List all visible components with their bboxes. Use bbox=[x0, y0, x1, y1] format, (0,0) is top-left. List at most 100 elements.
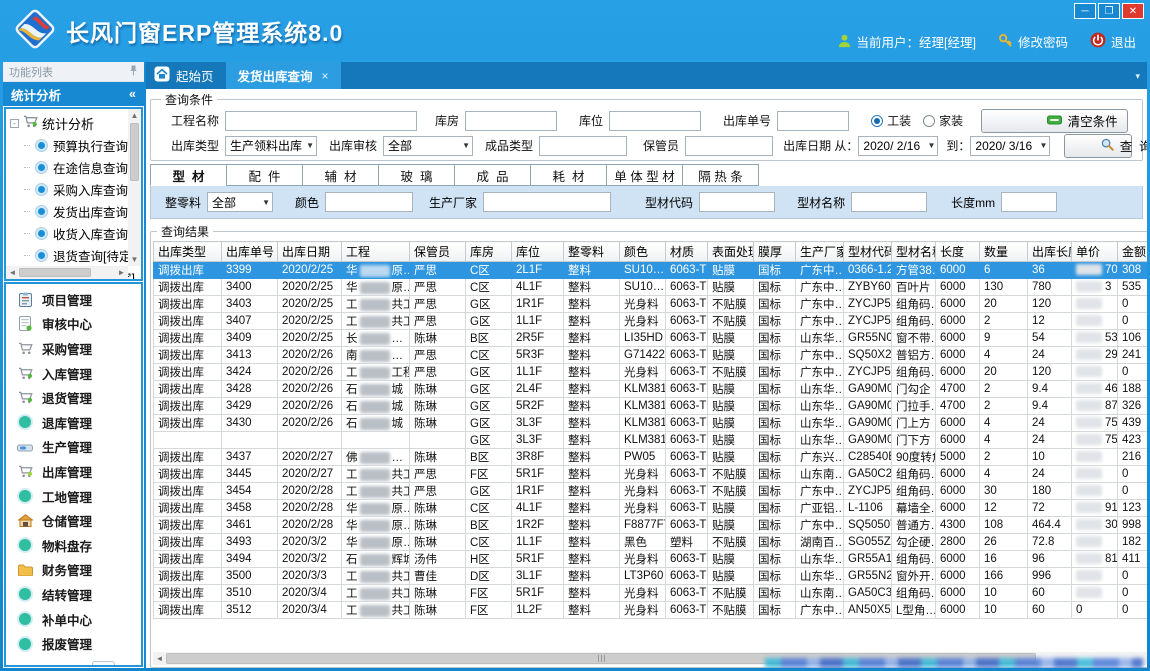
table-row[interactable]: 调拨出库34582020/2/28华原…陈琳C区4L1F整料光身料6063-T5… bbox=[154, 500, 1148, 517]
tree-item-6[interactable]: 退货查询[待定] bbox=[10, 244, 127, 266]
table-row[interactable]: 调拨出库34942020/3/2石辉城汤伟H区5R1F整料光身料6063-T5贴… bbox=[154, 551, 1148, 568]
close-button[interactable]: ✕ bbox=[1122, 3, 1144, 19]
scroll-thumb[interactable] bbox=[130, 123, 139, 181]
column-header[interactable]: 保管员 bbox=[410, 242, 466, 262]
length-mm-input[interactable] bbox=[1001, 192, 1057, 212]
date-to-picker[interactable]: 2020/ 3/16▼ bbox=[970, 136, 1050, 156]
tree-vertical-scrollbar[interactable]: ▲ ▼ bbox=[128, 109, 141, 266]
table-row[interactable]: 调拨出库34242020/2/26工工程严思G区1L1F整料光身料6063-T5… bbox=[154, 364, 1148, 381]
table-row[interactable]: 调拨出库34542020/2/28工共工程严思G区1R1F整料光身料6063-T… bbox=[154, 483, 1148, 500]
more-menu-toggle[interactable]: » ▾ bbox=[131, 666, 137, 667]
sidebar-item-15[interactable]: 报废管理 bbox=[6, 631, 141, 656]
column-header[interactable]: 出库单号 bbox=[222, 242, 278, 262]
logout[interactable]: 退出 bbox=[1090, 32, 1136, 51]
sidebar-item-14[interactable]: 补单中心 bbox=[6, 607, 141, 632]
table-row[interactable]: 调拨出库34282020/2/26石城陈琳G区2L4F整料KLM38176063… bbox=[154, 381, 1148, 398]
column-header[interactable]: 库房 bbox=[466, 242, 512, 262]
table-row[interactable]: 调拨出库33992020/2/25华原…严思C区2L1F整料SU10…6063-… bbox=[154, 262, 1148, 279]
column-header[interactable]: 数量 bbox=[980, 242, 1028, 262]
tree-horizontal-scrollbar[interactable]: ◄ ► bbox=[6, 266, 128, 279]
table-row[interactable]: G区3L3F整料KLM38176063-T5贴膜国标山东华…GA90M09…门下… bbox=[154, 432, 1148, 449]
sidebar-item-2[interactable]: 审核中心 bbox=[6, 312, 141, 337]
whole-part-select[interactable]: 全部▼ bbox=[207, 192, 273, 212]
material-tab-2[interactable]: 配 件 bbox=[226, 164, 303, 186]
material-tab-3[interactable]: 辅 材 bbox=[302, 164, 379, 186]
material-tab-1[interactable]: 型 材 bbox=[150, 164, 227, 186]
column-header[interactable]: 金额 bbox=[1118, 242, 1148, 262]
column-header[interactable]: 出库长度 bbox=[1028, 242, 1072, 262]
profile-name-input[interactable] bbox=[851, 192, 927, 212]
tree-root-statistics[interactable]: - 统计分析 bbox=[10, 112, 127, 134]
tab-list-caret-icon[interactable]: ▾ bbox=[1135, 71, 1140, 82]
table-row[interactable]: 调拨出库35122020/3/4工共工程陈琳F区1L2F整料光身料6063-T5… bbox=[154, 602, 1148, 619]
table-row[interactable]: 调拨出库35002020/3/3工共工程曹佳D区3L1F整料LT3P606063… bbox=[154, 568, 1148, 585]
scroll-down-arrow[interactable]: ▼ bbox=[128, 253, 141, 266]
cart-shortcut-button[interactable] bbox=[92, 661, 116, 667]
scroll-left-arrow[interactable]: ◄ bbox=[153, 652, 166, 665]
column-header[interactable]: 型材名称 bbox=[892, 242, 936, 262]
radio-jiazhuang[interactable] bbox=[923, 115, 935, 127]
column-header[interactable]: 整零料 bbox=[564, 242, 620, 262]
material-tab-4[interactable]: 玻 璃 bbox=[378, 164, 455, 186]
section-header-statistics[interactable]: 统计分析 « bbox=[3, 82, 144, 106]
scroll-thumb[interactable] bbox=[19, 268, 91, 277]
project-name-input[interactable] bbox=[225, 111, 417, 131]
tree-expander-icon[interactable]: - bbox=[10, 119, 19, 128]
sidebar-item-8[interactable]: 出库管理 bbox=[6, 459, 141, 484]
table-row[interactable]: 调拨出库34932020/3/2华原…陈琳C区1L1F整料黑色塑料不贴膜国标湖南… bbox=[154, 534, 1148, 551]
tree-item-3[interactable]: 采购入库查询 bbox=[10, 178, 127, 200]
location-input[interactable] bbox=[609, 111, 701, 131]
scroll-left-arrow[interactable]: ◄ bbox=[6, 266, 19, 279]
minimize-button[interactable]: ─ bbox=[1074, 3, 1096, 19]
column-header[interactable]: 单价 bbox=[1072, 242, 1118, 262]
outbound-type-select[interactable]: 生产领料出库▼ bbox=[225, 136, 317, 156]
table-row[interactable]: 调拨出库34032020/2/25工共工程严思G区1R1F整料光身料6063-T… bbox=[154, 296, 1148, 313]
radio-jiazhuang-label[interactable]: 家装 bbox=[939, 112, 963, 129]
column-header[interactable]: 工程 bbox=[342, 242, 410, 262]
tree-item-2[interactable]: 在途信息查询[待 bbox=[10, 156, 127, 178]
scroll-up-arrow[interactable]: ▲ bbox=[128, 109, 141, 122]
keeper-input[interactable] bbox=[685, 136, 773, 156]
color-input[interactable] bbox=[325, 192, 413, 212]
pin-icon[interactable] bbox=[129, 65, 138, 79]
collapse-icon[interactable]: « bbox=[129, 87, 136, 101]
material-tab-5[interactable]: 成 品 bbox=[454, 164, 531, 186]
sidebar-item-4[interactable]: 入库管理 bbox=[6, 361, 141, 386]
sidebar-item-3[interactable]: 采购管理 bbox=[6, 336, 141, 361]
column-header[interactable]: 材质 bbox=[666, 242, 708, 262]
table-row[interactable]: 调拨出库34092020/2/25长…陈琳B区2R5F整料LI35HD6063-… bbox=[154, 330, 1148, 347]
column-header[interactable]: 出库日期 bbox=[278, 242, 342, 262]
tab-home[interactable]: 起始页 bbox=[146, 62, 226, 89]
tab-shipping-outbound-query[interactable]: 发货出库查询 × bbox=[226, 62, 341, 89]
material-tab-6[interactable]: 耗 材 bbox=[530, 164, 607, 186]
sidebar-item-7[interactable]: 生产管理 bbox=[6, 435, 141, 460]
table-row[interactable]: 调拨出库34072020/2/25工共工程严思G区1L1F整料光身料6063-T… bbox=[154, 313, 1148, 330]
sidebar-item-11[interactable]: 物料盘存 bbox=[6, 533, 141, 558]
sidebar-item-10[interactable]: 仓储管理 bbox=[6, 508, 141, 533]
change-password[interactable]: 修改密码 bbox=[998, 32, 1068, 51]
column-header[interactable]: 出库类型 bbox=[154, 242, 222, 262]
column-header[interactable]: 颜色 bbox=[620, 242, 666, 262]
table-row[interactable]: 调拨出库34452020/2/27工共工程严思F区5R1F整料光身料6063-T… bbox=[154, 466, 1148, 483]
column-header[interactable]: 表面处理 bbox=[708, 242, 754, 262]
scroll-right-arrow[interactable]: ► bbox=[115, 266, 128, 279]
manufacturer-input[interactable] bbox=[483, 192, 611, 212]
sidebar-item-13[interactable]: 结转管理 bbox=[6, 582, 141, 607]
column-header[interactable]: 库位 bbox=[512, 242, 564, 262]
tree-item-1[interactable]: 预算执行查询 bbox=[10, 134, 127, 156]
tab-close-icon[interactable]: × bbox=[322, 69, 329, 83]
material-tab-8[interactable]: 隔 热 条 bbox=[682, 164, 759, 186]
column-header[interactable]: 型材代码 bbox=[844, 242, 892, 262]
table-row[interactable]: 调拨出库34002020/2/25华原…严思C区4L1F整料SU10…6063-… bbox=[154, 279, 1148, 296]
table-row[interactable]: 调拨出库34612020/2/28华原…陈琳B区1R2F整料F8877FT606… bbox=[154, 517, 1148, 534]
column-header[interactable]: 长度 bbox=[936, 242, 980, 262]
order-no-input[interactable] bbox=[777, 111, 849, 131]
table-row[interactable]: 调拨出库35102020/3/4工共工程陈琳F区5R1F整料光身料6063-T5… bbox=[154, 585, 1148, 602]
tree-item-5[interactable]: 收货入库查询 bbox=[10, 222, 127, 244]
sidebar-item-12[interactable]: 财务管理 bbox=[6, 558, 141, 583]
sidebar-item-6[interactable]: 退库管理 bbox=[6, 410, 141, 435]
tree-item-4[interactable]: 发货出库查询 bbox=[10, 200, 127, 222]
column-header[interactable]: 膜厚 bbox=[754, 242, 796, 262]
profile-code-input[interactable] bbox=[699, 192, 775, 212]
sidebar-item-1[interactable]: 项目管理 bbox=[6, 287, 141, 312]
